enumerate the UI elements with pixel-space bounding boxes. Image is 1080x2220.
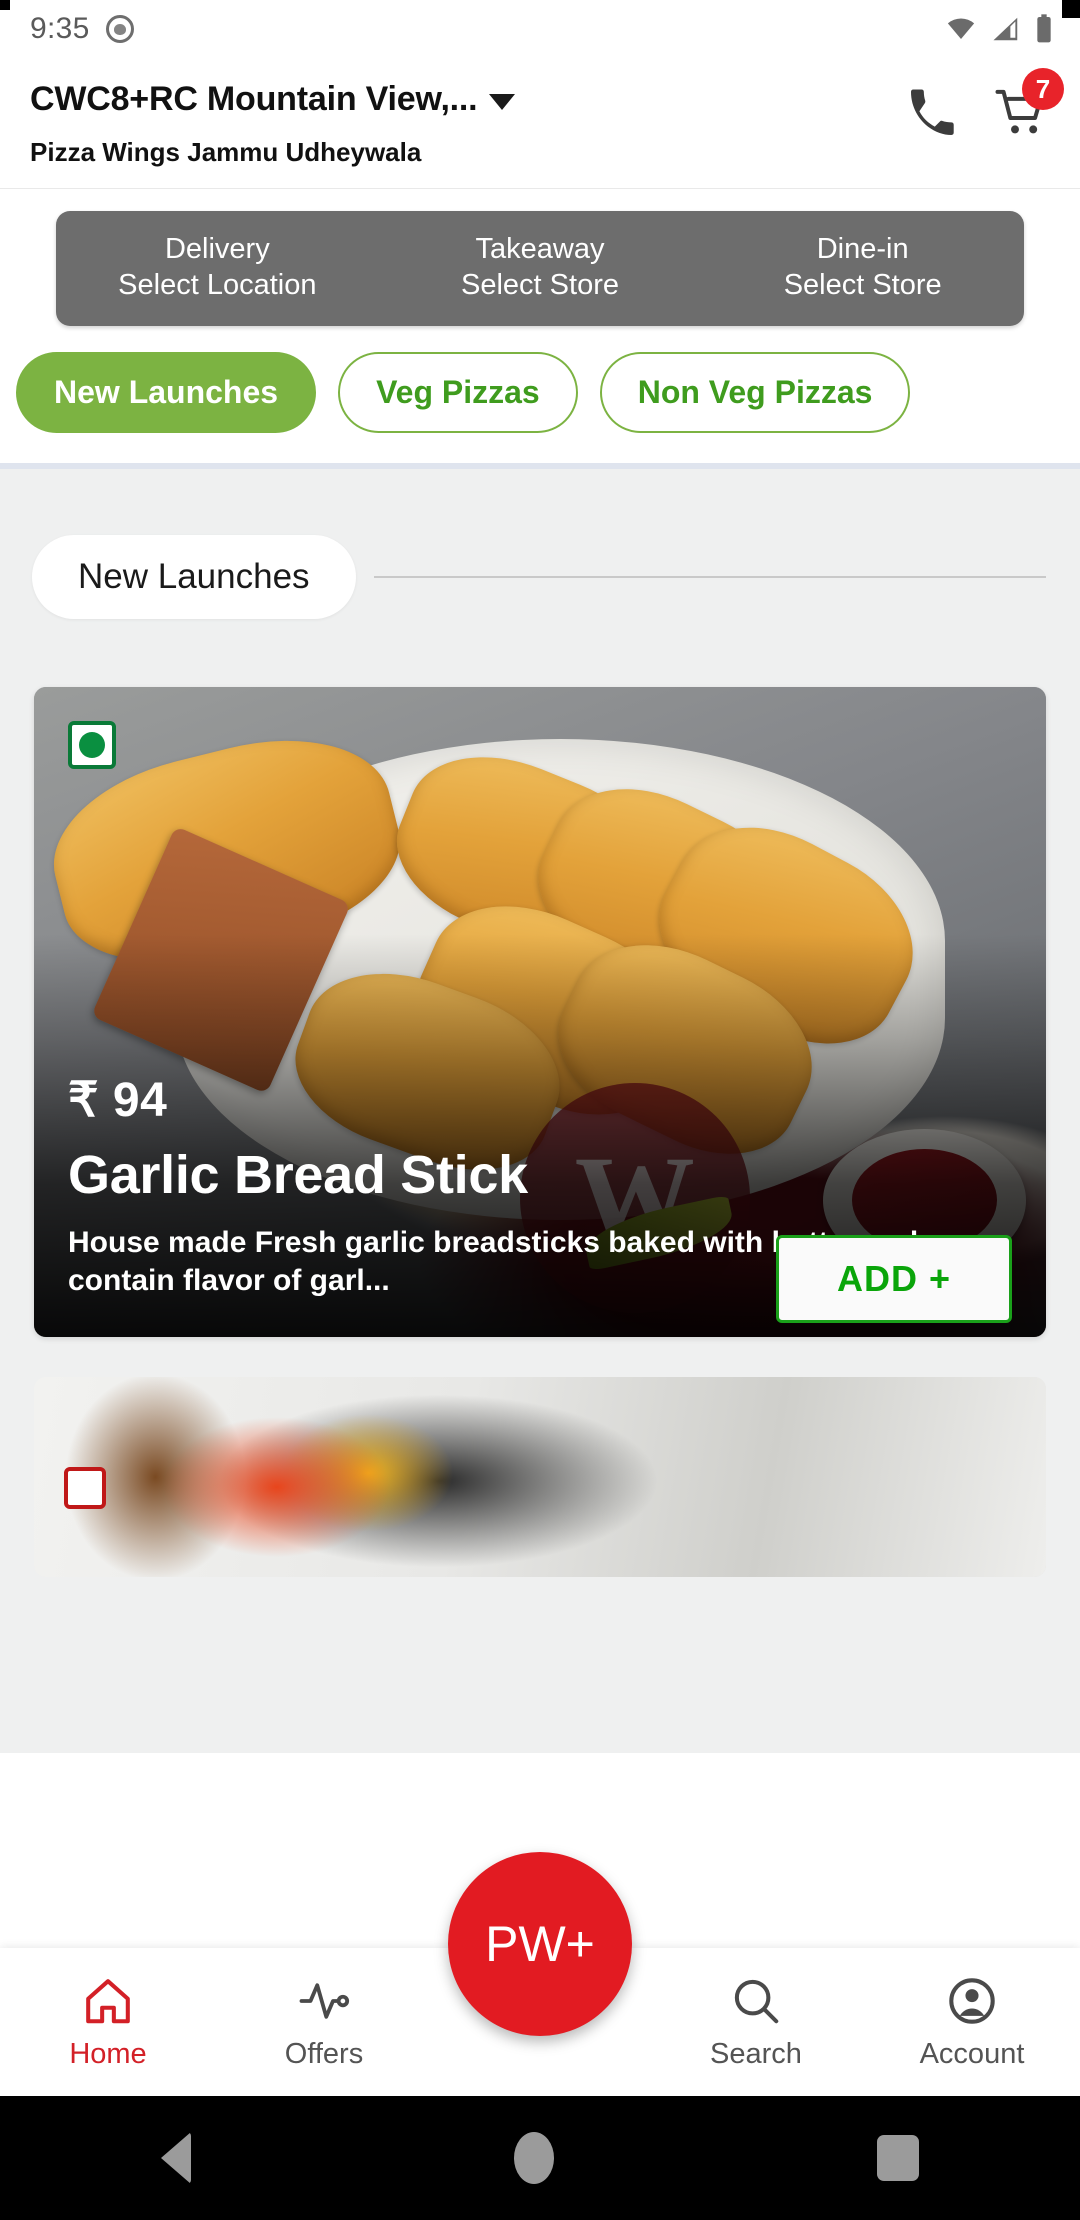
status-bar-left: 9:35 bbox=[30, 12, 134, 46]
nav-label-search: Search bbox=[710, 2037, 802, 2070]
section-divider bbox=[373, 575, 1046, 578]
order-type-dinein-title: Dine-in bbox=[816, 233, 909, 265]
pulse-icon bbox=[299, 1982, 350, 2019]
order-type-dinein[interactable]: Dine-in Select Store bbox=[701, 211, 1024, 326]
product-card[interactable]: W ₹ 94 Garlic Bread Stick House made Fre… bbox=[34, 686, 1046, 1337]
category-chips-section: New Launches Veg Pizzas Non Veg Pizzas bbox=[0, 351, 1080, 463]
product-info: ₹ 94 Garlic Bread Stick House made Fresh… bbox=[68, 1072, 1012, 1323]
order-type-delivery-subtitle: Select Location bbox=[118, 269, 317, 302]
category-chip-veg-pizzas[interactable]: Veg Pizzas bbox=[338, 351, 578, 433]
search-icon bbox=[734, 1979, 779, 2023]
account-icon bbox=[949, 1977, 995, 2024]
nav-item-home[interactable]: Home bbox=[0, 1974, 216, 2071]
android-back-icon[interactable] bbox=[161, 2132, 192, 2184]
order-type-takeaway[interactable]: Takeaway Select Store bbox=[379, 211, 702, 326]
nav-label-account: Account bbox=[919, 2037, 1025, 2070]
home-icon bbox=[86, 1978, 130, 2023]
order-type-takeaway-title: Takeaway bbox=[475, 233, 605, 265]
order-type-delivery[interactable]: Delivery Select Location bbox=[56, 211, 379, 326]
section-title: New Launches bbox=[32, 534, 356, 619]
phone-icon bbox=[911, 89, 954, 135]
cart-badge: 7 bbox=[1022, 68, 1064, 110]
signal-icon bbox=[993, 17, 1018, 41]
chevron-down-icon bbox=[489, 93, 516, 110]
header-actions: 7 bbox=[904, 68, 1064, 147]
android-recents-icon[interactable] bbox=[876, 2135, 919, 2181]
menu-scroll-area[interactable]: New Launches W ₹ 94 Garlic Bread Stick H… bbox=[0, 462, 1080, 1753]
category-chip-new-launches[interactable]: New Launches bbox=[16, 351, 317, 433]
status-time: 9:35 bbox=[30, 12, 90, 45]
category-chips: New Launches Veg Pizzas Non Veg Pizzas bbox=[0, 351, 1080, 433]
status-bar: 9:35 bbox=[0, 0, 1080, 58]
non-veg-indicator-icon bbox=[64, 1466, 106, 1509]
nav-item-offers[interactable]: Offers bbox=[216, 1974, 432, 2071]
product-price: ₹ 94 bbox=[68, 1073, 168, 1127]
nav-item-account[interactable]: Account bbox=[864, 1974, 1080, 2071]
battery-icon bbox=[1037, 14, 1051, 43]
call-button[interactable] bbox=[904, 86, 960, 147]
nav-label-home: Home bbox=[69, 2037, 147, 2070]
order-type-takeaway-subtitle: Select Store bbox=[461, 269, 619, 302]
android-navigation-bar bbox=[0, 2096, 1080, 2220]
nav-item-search[interactable]: Search bbox=[648, 1974, 864, 2071]
face-icon bbox=[105, 15, 134, 43]
wifi-icon bbox=[947, 18, 975, 39]
veg-indicator-icon bbox=[68, 720, 116, 769]
pw-plus-fab-button[interactable]: PW+ bbox=[448, 1852, 632, 2036]
location-selector[interactable]: CWC8+RC Mountain View,... Pizza Wings Ja… bbox=[30, 76, 516, 168]
store-name: Pizza Wings Jammu Udheywala bbox=[30, 137, 422, 167]
screen-corner-right bbox=[1062, 0, 1080, 18]
section-header: New Launches bbox=[0, 469, 1080, 619]
cart-button[interactable]: 7 bbox=[994, 68, 1064, 147]
category-chip-non-veg-pizzas[interactable]: Non Veg Pizzas bbox=[599, 351, 911, 433]
bottom-navigation: Home Offers Search Account PW+ bbox=[0, 1852, 1080, 2096]
add-to-cart-button[interactable]: ADD + bbox=[775, 1234, 1012, 1323]
product-name: Garlic Bread Stick bbox=[68, 1144, 528, 1205]
nav-label-offers: Offers bbox=[284, 2037, 364, 2070]
android-home-icon[interactable] bbox=[513, 2132, 554, 2184]
order-type-selector: Delivery Select Location Takeaway Select… bbox=[56, 211, 1024, 326]
app-header: CWC8+RC Mountain View,... Pizza Wings Ja… bbox=[0, 58, 1080, 189]
product-card[interactable] bbox=[34, 1376, 1046, 1577]
order-type-dinein-subtitle: Select Store bbox=[783, 269, 942, 302]
order-type-section: Delivery Select Location Takeaway Select… bbox=[0, 189, 1080, 352]
location-label: CWC8+RC Mountain View,... bbox=[30, 80, 478, 118]
order-type-delivery-title: Delivery bbox=[164, 233, 270, 265]
status-bar-right bbox=[944, 13, 1054, 45]
product-image bbox=[34, 1376, 1046, 1577]
screen-corner-left bbox=[0, 0, 10, 10]
